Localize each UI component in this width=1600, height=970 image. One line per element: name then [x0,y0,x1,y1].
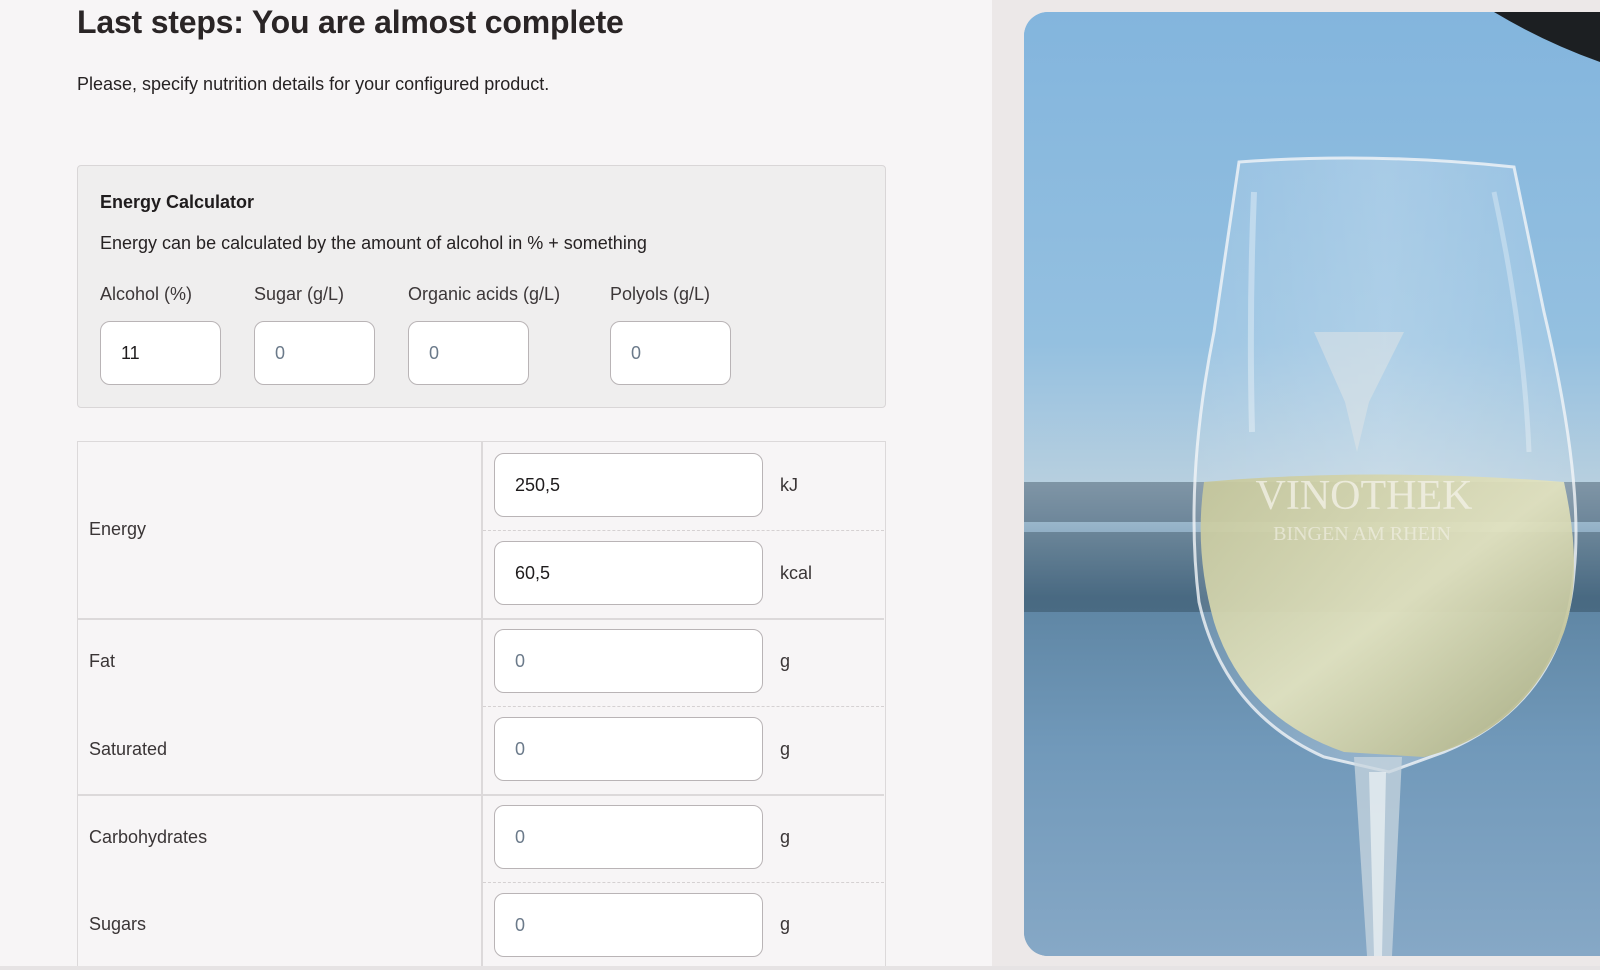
nutrition-table: Energy 250,5 kJ 60,5 kcal Fat 0 g Satura… [77,441,886,970]
fat-input[interactable]: 0 [494,629,763,693]
organic-acids-field: Organic acids (g/L) 0 [408,284,560,385]
wine-glass-photo: VINOTHEK BINGEN AM RHEIN [1024,12,1600,956]
organic-acids-input[interactable]: 0 [408,321,529,385]
row-divider [78,794,884,796]
polyols-label: Polyols (g/L) [610,284,711,304]
page-subtitle: Please, specify nutrition details for yo… [77,74,550,94]
row-divider [483,882,884,883]
sugar-label: Sugar (g/L) [254,284,345,304]
engraving-subtitle: BINGEN AM RHEIN [1273,523,1451,545]
sugar-input[interactable]: 0 [254,321,375,385]
polyols-input[interactable]: 0 [610,321,731,385]
page-title: Last steps: You are almost complete [77,4,624,40]
energy-label: Energy [89,519,147,539]
energy-kcal-unit: kcal [780,563,813,583]
row-divider [78,618,884,620]
energy-kj-unit: kJ [780,475,798,495]
sugars-label: Sugars [89,914,147,934]
carbohydrates-label: Carbohydrates [89,827,208,847]
sugars-unit: g [780,914,791,934]
engraving-title: VINOTHEK [1256,473,1473,519]
energy-calculator: Energy Calculator Energy can be calculat… [77,165,886,408]
fat-unit: g [780,651,791,671]
alcohol-input[interactable]: 11 [100,321,221,385]
carbohydrates-unit: g [780,827,791,847]
saturated-label: Saturated [89,739,168,759]
energy-kj-input[interactable]: 250,5 [494,453,763,517]
sugar-field: Sugar (g/L) 0 [254,284,375,385]
saturated-input[interactable]: 0 [494,717,763,781]
calculator-title: Energy Calculator [100,192,255,212]
polyols-field: Polyols (g/L) 0 [610,284,731,385]
saturated-unit: g [780,739,791,759]
calculator-description: Energy can be calculated by the amount o… [100,233,647,253]
fat-label: Fat [89,651,116,671]
row-divider [483,706,884,707]
alcohol-label: Alcohol (%) [100,284,193,304]
bottom-strip [0,966,1600,970]
row-divider [483,530,884,531]
alcohol-field: Alcohol (%) 11 [100,284,221,385]
organic-acids-label: Organic acids (g/L) [408,284,561,304]
energy-kcal-input[interactable]: 60,5 [494,541,763,605]
carbohydrates-input[interactable]: 0 [494,805,763,869]
form-pane: Last steps: You are almost complete Plea… [0,0,992,970]
sugars-input[interactable]: 0 [494,893,763,957]
